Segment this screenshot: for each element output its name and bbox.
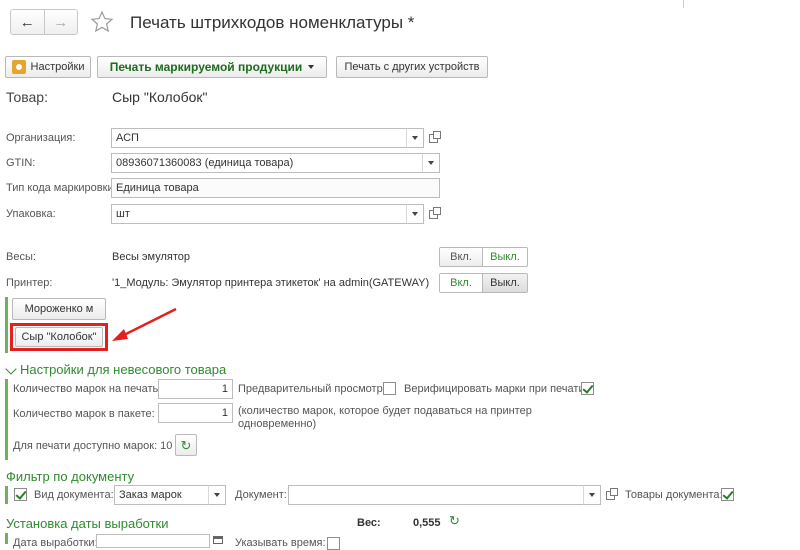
calendar-icon[interactable] <box>213 536 223 544</box>
arrow-right-icon: → <box>53 13 69 31</box>
marks-in-package-label: Количество марок в пакете: <box>13 408 155 420</box>
settings-gear-icon <box>11 60 26 74</box>
forward-button[interactable]: → <box>45 10 78 34</box>
code-type-label: Тип кода маркировки: <box>6 182 117 194</box>
document-dropdown-button[interactable] <box>583 485 601 505</box>
back-button[interactable]: ← <box>11 10 45 34</box>
marks-in-package-note-2: одновременно) <box>238 418 317 430</box>
star-icon <box>90 10 114 33</box>
organization-open-button[interactable] <box>425 128 441 148</box>
filter-bar <box>5 486 8 504</box>
organization-label: Организация: <box>6 132 76 144</box>
production-date-section-title: Установка даты выработки <box>6 516 169 531</box>
arrow-left-icon: ← <box>19 13 35 31</box>
scales-label: Весы: <box>6 251 36 263</box>
preview-checkbox[interactable] <box>383 382 396 395</box>
chevron-down-icon <box>412 136 418 140</box>
print-other-devices-label: Печать с других устройств <box>344 61 480 73</box>
favorite-star-button[interactable] <box>90 10 114 34</box>
goods-label: Товары документа: <box>625 489 723 501</box>
refresh-icon: ↻ <box>180 437 192 453</box>
settings-button[interactable]: Настройки <box>5 56 91 78</box>
settings-label: Настройки <box>30 61 85 73</box>
filter-section-title: Фильтр по документу <box>6 469 135 484</box>
open-window-icon <box>428 206 441 219</box>
printer-value: '1_Модуль: Эмулятор принтера этикеток' н… <box>112 277 430 289</box>
printer-toggle: Вкл. Выкл. <box>439 273 528 293</box>
marks-in-package-note-1: (количество марок, которое будет подават… <box>238 405 532 417</box>
verify-label: Верифицировать марки при печати: <box>404 383 588 395</box>
non-weight-bar <box>5 379 8 460</box>
package-field[interactable]: шт <box>111 204 408 224</box>
product-label: Товар: <box>6 89 48 105</box>
specify-time-label: Указывать время: <box>235 537 326 549</box>
refresh-button[interactable]: ↻ <box>175 434 197 456</box>
marks-in-package-field[interactable]: 1 <box>158 403 233 423</box>
doc-type-label: Вид документа: <box>34 489 114 501</box>
verify-checkbox[interactable] <box>581 382 594 395</box>
printer-off-button[interactable]: Выкл. <box>483 274 527 292</box>
title-divider <box>683 0 684 8</box>
document-label: Документ: <box>235 489 287 501</box>
gtin-dropdown-button[interactable] <box>422 153 440 173</box>
package-label: Упаковка: <box>6 208 56 220</box>
preview-label: Предварительный просмотр: <box>238 383 386 395</box>
marks-to-print-field[interactable]: 1 <box>158 379 233 399</box>
non-weight-section-title: Настройки для невесового товара <box>20 362 227 377</box>
package-dropdown-button[interactable] <box>406 204 424 224</box>
chevron-down-icon <box>412 212 418 216</box>
product-buttons-bar <box>5 297 8 353</box>
doc-type-checkbox[interactable] <box>14 488 27 501</box>
print-other-devices-button[interactable]: Печать с других устройств <box>336 56 488 78</box>
product-button-label: Мороженко м <box>24 303 94 315</box>
scales-value: Весы эмулятор <box>112 251 190 263</box>
organization-field[interactable]: АСП <box>111 128 408 148</box>
code-type-field[interactable]: Единица товара <box>111 178 440 198</box>
weight-label: Вес: <box>357 517 381 529</box>
product-button-0[interactable]: Мороженко м <box>12 298 106 320</box>
arrow-annotation-icon <box>112 307 177 341</box>
nav-buttons: ← → <box>10 9 78 35</box>
open-window-icon <box>605 487 618 500</box>
product-value: Сыр "Колобок" <box>112 89 208 105</box>
open-window-icon <box>428 130 441 143</box>
scales-off-button[interactable]: Выкл. <box>483 248 527 266</box>
print-marked-label: Печать маркируемой продукции <box>109 60 303 74</box>
weight-value: 0,555 <box>413 517 441 529</box>
package-open-button[interactable] <box>425 204 441 224</box>
scales-on-button[interactable]: Вкл. <box>440 248 483 266</box>
window-title: Печать штрихкодов номенклатуры * <box>130 13 415 32</box>
chevron-down-icon <box>428 161 434 165</box>
production-date-bar <box>5 533 8 544</box>
marks-to-print-label: Количество марок на печать: <box>13 383 162 395</box>
chevron-down-icon <box>308 65 315 69</box>
document-open-button[interactable] <box>602 485 618 505</box>
gtin-label: GTIN: <box>6 157 36 169</box>
production-date-label: Дата выработки: <box>13 537 98 549</box>
print-marked-button[interactable]: Печать маркируемой продукции <box>97 56 327 78</box>
scales-toggle: Вкл. Выкл. <box>439 247 528 267</box>
production-date-field[interactable] <box>96 534 210 548</box>
chevron-down-icon <box>589 493 595 497</box>
organization-dropdown-button[interactable] <box>406 128 424 148</box>
selected-product-highlight <box>10 323 108 351</box>
available-marks-label: Для печати доступно марок: 10 <box>13 440 173 452</box>
non-weight-collapse-icon[interactable] <box>5 363 17 375</box>
doc-type-field[interactable]: Заказ марок <box>114 485 210 505</box>
doc-type-dropdown-button[interactable] <box>208 485 226 505</box>
gtin-field[interactable]: 08936071360083 (единица товара) <box>111 153 426 173</box>
chevron-down-icon <box>214 493 220 497</box>
document-field[interactable] <box>288 485 585 505</box>
printer-on-button[interactable]: Вкл. <box>440 274 483 292</box>
printer-label: Принтер: <box>6 277 53 289</box>
weight-refresh-icon[interactable]: ↻ <box>449 514 460 527</box>
goods-checkbox[interactable] <box>721 488 734 501</box>
